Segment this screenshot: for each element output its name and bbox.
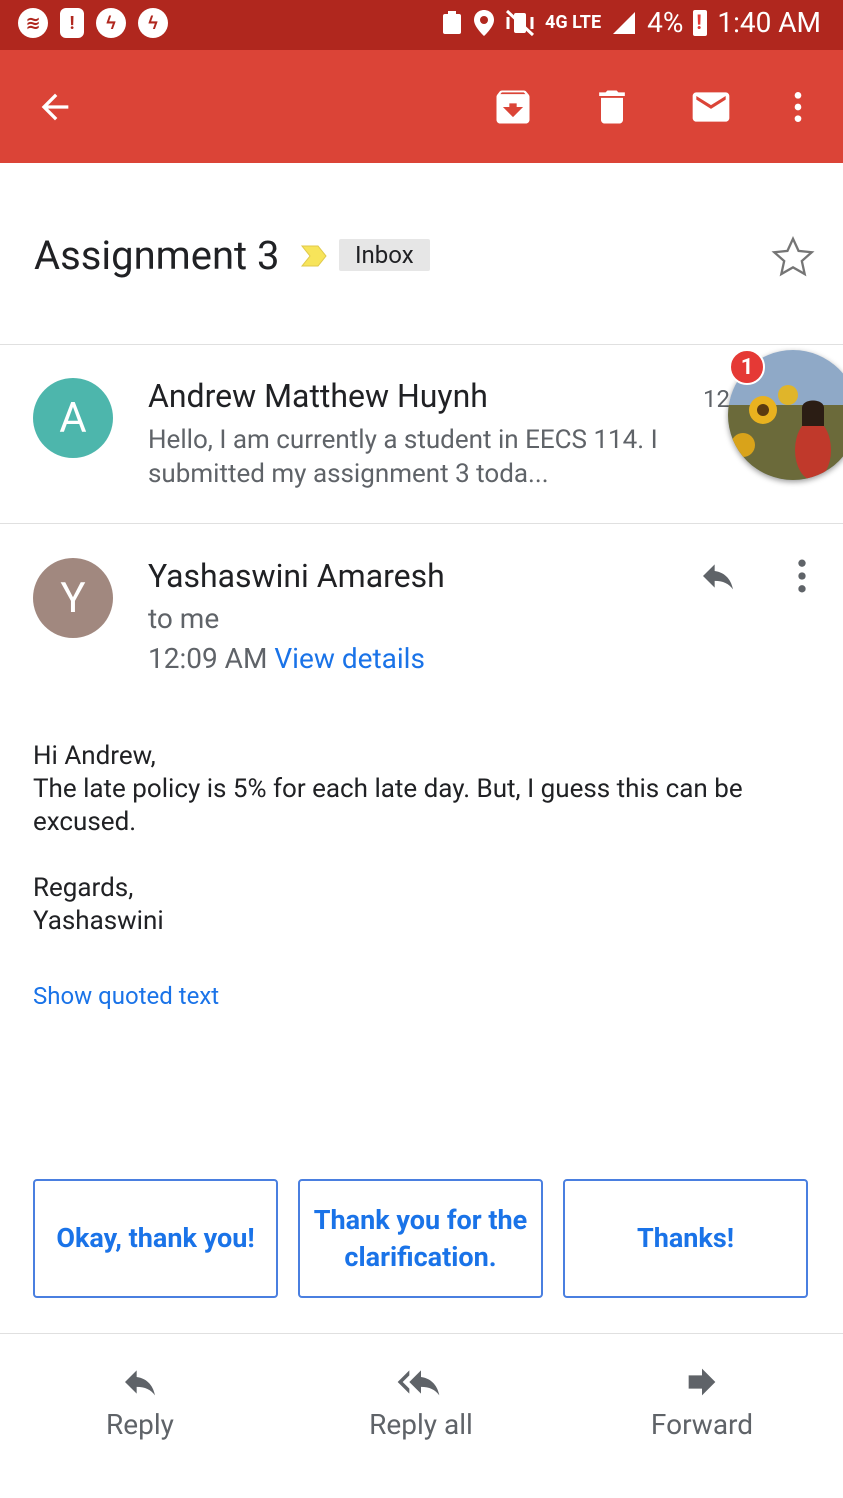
alert-icon: ! xyxy=(60,8,84,38)
chat-head-badge: 1 xyxy=(729,349,765,385)
message-more-button[interactable] xyxy=(780,554,824,598)
smart-reply-1[interactable]: Okay, thank you! xyxy=(33,1179,278,1298)
subject-row: Assignment 3 Inbox xyxy=(0,200,843,310)
arrow-back-icon xyxy=(41,93,69,121)
sender-name: Yashaswini Amaresh xyxy=(148,557,445,595)
message-snippet: Hello, I am currently a student in EECS … xyxy=(148,425,658,489)
bottom-action-bar: Reply Reply all Forward xyxy=(0,1334,843,1498)
forward-label: Forward xyxy=(650,1408,754,1441)
inbox-label[interactable]: Inbox xyxy=(339,239,430,271)
reply-icon xyxy=(703,564,733,590)
delete-button[interactable] xyxy=(585,80,639,134)
battery-percent: 4% xyxy=(647,6,684,39)
mute-vibrate-icon xyxy=(505,9,535,36)
recipient-line: to me xyxy=(148,602,220,635)
body-signoff: Regards, xyxy=(33,873,134,903)
network-type: 4G LTE xyxy=(545,12,602,33)
more-vert-icon xyxy=(794,92,802,122)
reply-icon xyxy=(125,1370,155,1396)
message-time: 12 xyxy=(703,385,730,413)
archive-button[interactable] xyxy=(486,80,540,134)
spotify-icon: ≋ xyxy=(18,8,48,38)
app-bar xyxy=(0,50,843,163)
battery-icon xyxy=(693,9,708,36)
body-signature: Yashaswini xyxy=(33,906,164,936)
body-line: The late policy is 5% for each late day.… xyxy=(33,774,743,837)
reply-button[interactable] xyxy=(696,556,744,596)
mark-unread-button[interactable] xyxy=(684,80,738,134)
collapsed-message[interactable]: A Andrew Matthew Huynh 12 Hello, I am cu… xyxy=(0,345,843,523)
show-quoted-text-link[interactable]: Show quoted text xyxy=(33,982,219,1010)
divider xyxy=(0,523,843,524)
smart-reply-3[interactable]: Thanks! xyxy=(563,1179,808,1298)
smart-reply-2[interactable]: Thank you for the clarification. xyxy=(298,1179,543,1298)
sender-name: Andrew Matthew Huynh xyxy=(148,377,488,415)
view-details-link[interactable]: View details xyxy=(274,642,425,675)
messenger-icon: ϟ xyxy=(96,8,126,38)
reply-label: Reply xyxy=(106,1408,174,1441)
delete-icon xyxy=(599,90,625,124)
system-icons: 4G LTE 4% 1:40 AM xyxy=(441,6,821,39)
more-vert-icon xyxy=(798,559,806,593)
messenger-icon-2: ϟ xyxy=(138,8,168,38)
body-greeting: Hi Andrew, xyxy=(33,741,156,771)
important-marker-icon[interactable] xyxy=(300,242,328,270)
location-icon xyxy=(474,9,494,36)
reply-all-action[interactable]: Reply all xyxy=(321,1362,521,1441)
signal-icon xyxy=(613,11,636,34)
archive-icon xyxy=(496,90,530,124)
notification-icons: ≋ ! ϟ ϟ xyxy=(18,8,168,38)
message-time: 12:09 AM xyxy=(148,642,268,675)
status-bar: ≋ ! ϟ ϟ 4G LTE 4% 1:40 AM xyxy=(0,0,843,50)
avatar: A xyxy=(33,378,113,458)
thread-subject: Assignment 3 xyxy=(34,232,280,279)
message-meta: 12:09 AM View details xyxy=(148,642,728,676)
message-body: Hi Andrew, The late policy is 5% for eac… xyxy=(33,740,823,938)
clock: 1:40 AM xyxy=(717,6,821,39)
more-options-button[interactable] xyxy=(771,80,825,134)
reply-all-icon xyxy=(397,1370,440,1396)
forward-icon xyxy=(688,1368,716,1396)
reply-action[interactable]: Reply xyxy=(40,1362,240,1441)
star-icon[interactable] xyxy=(770,234,816,280)
reply-all-label: Reply all xyxy=(369,1408,473,1441)
forward-action[interactable]: Forward xyxy=(602,1362,802,1441)
back-button[interactable] xyxy=(28,80,82,134)
body-spacer xyxy=(33,839,823,872)
avatar: Y xyxy=(33,558,113,638)
mail-icon xyxy=(692,92,730,122)
battery-saver-icon xyxy=(443,10,461,34)
